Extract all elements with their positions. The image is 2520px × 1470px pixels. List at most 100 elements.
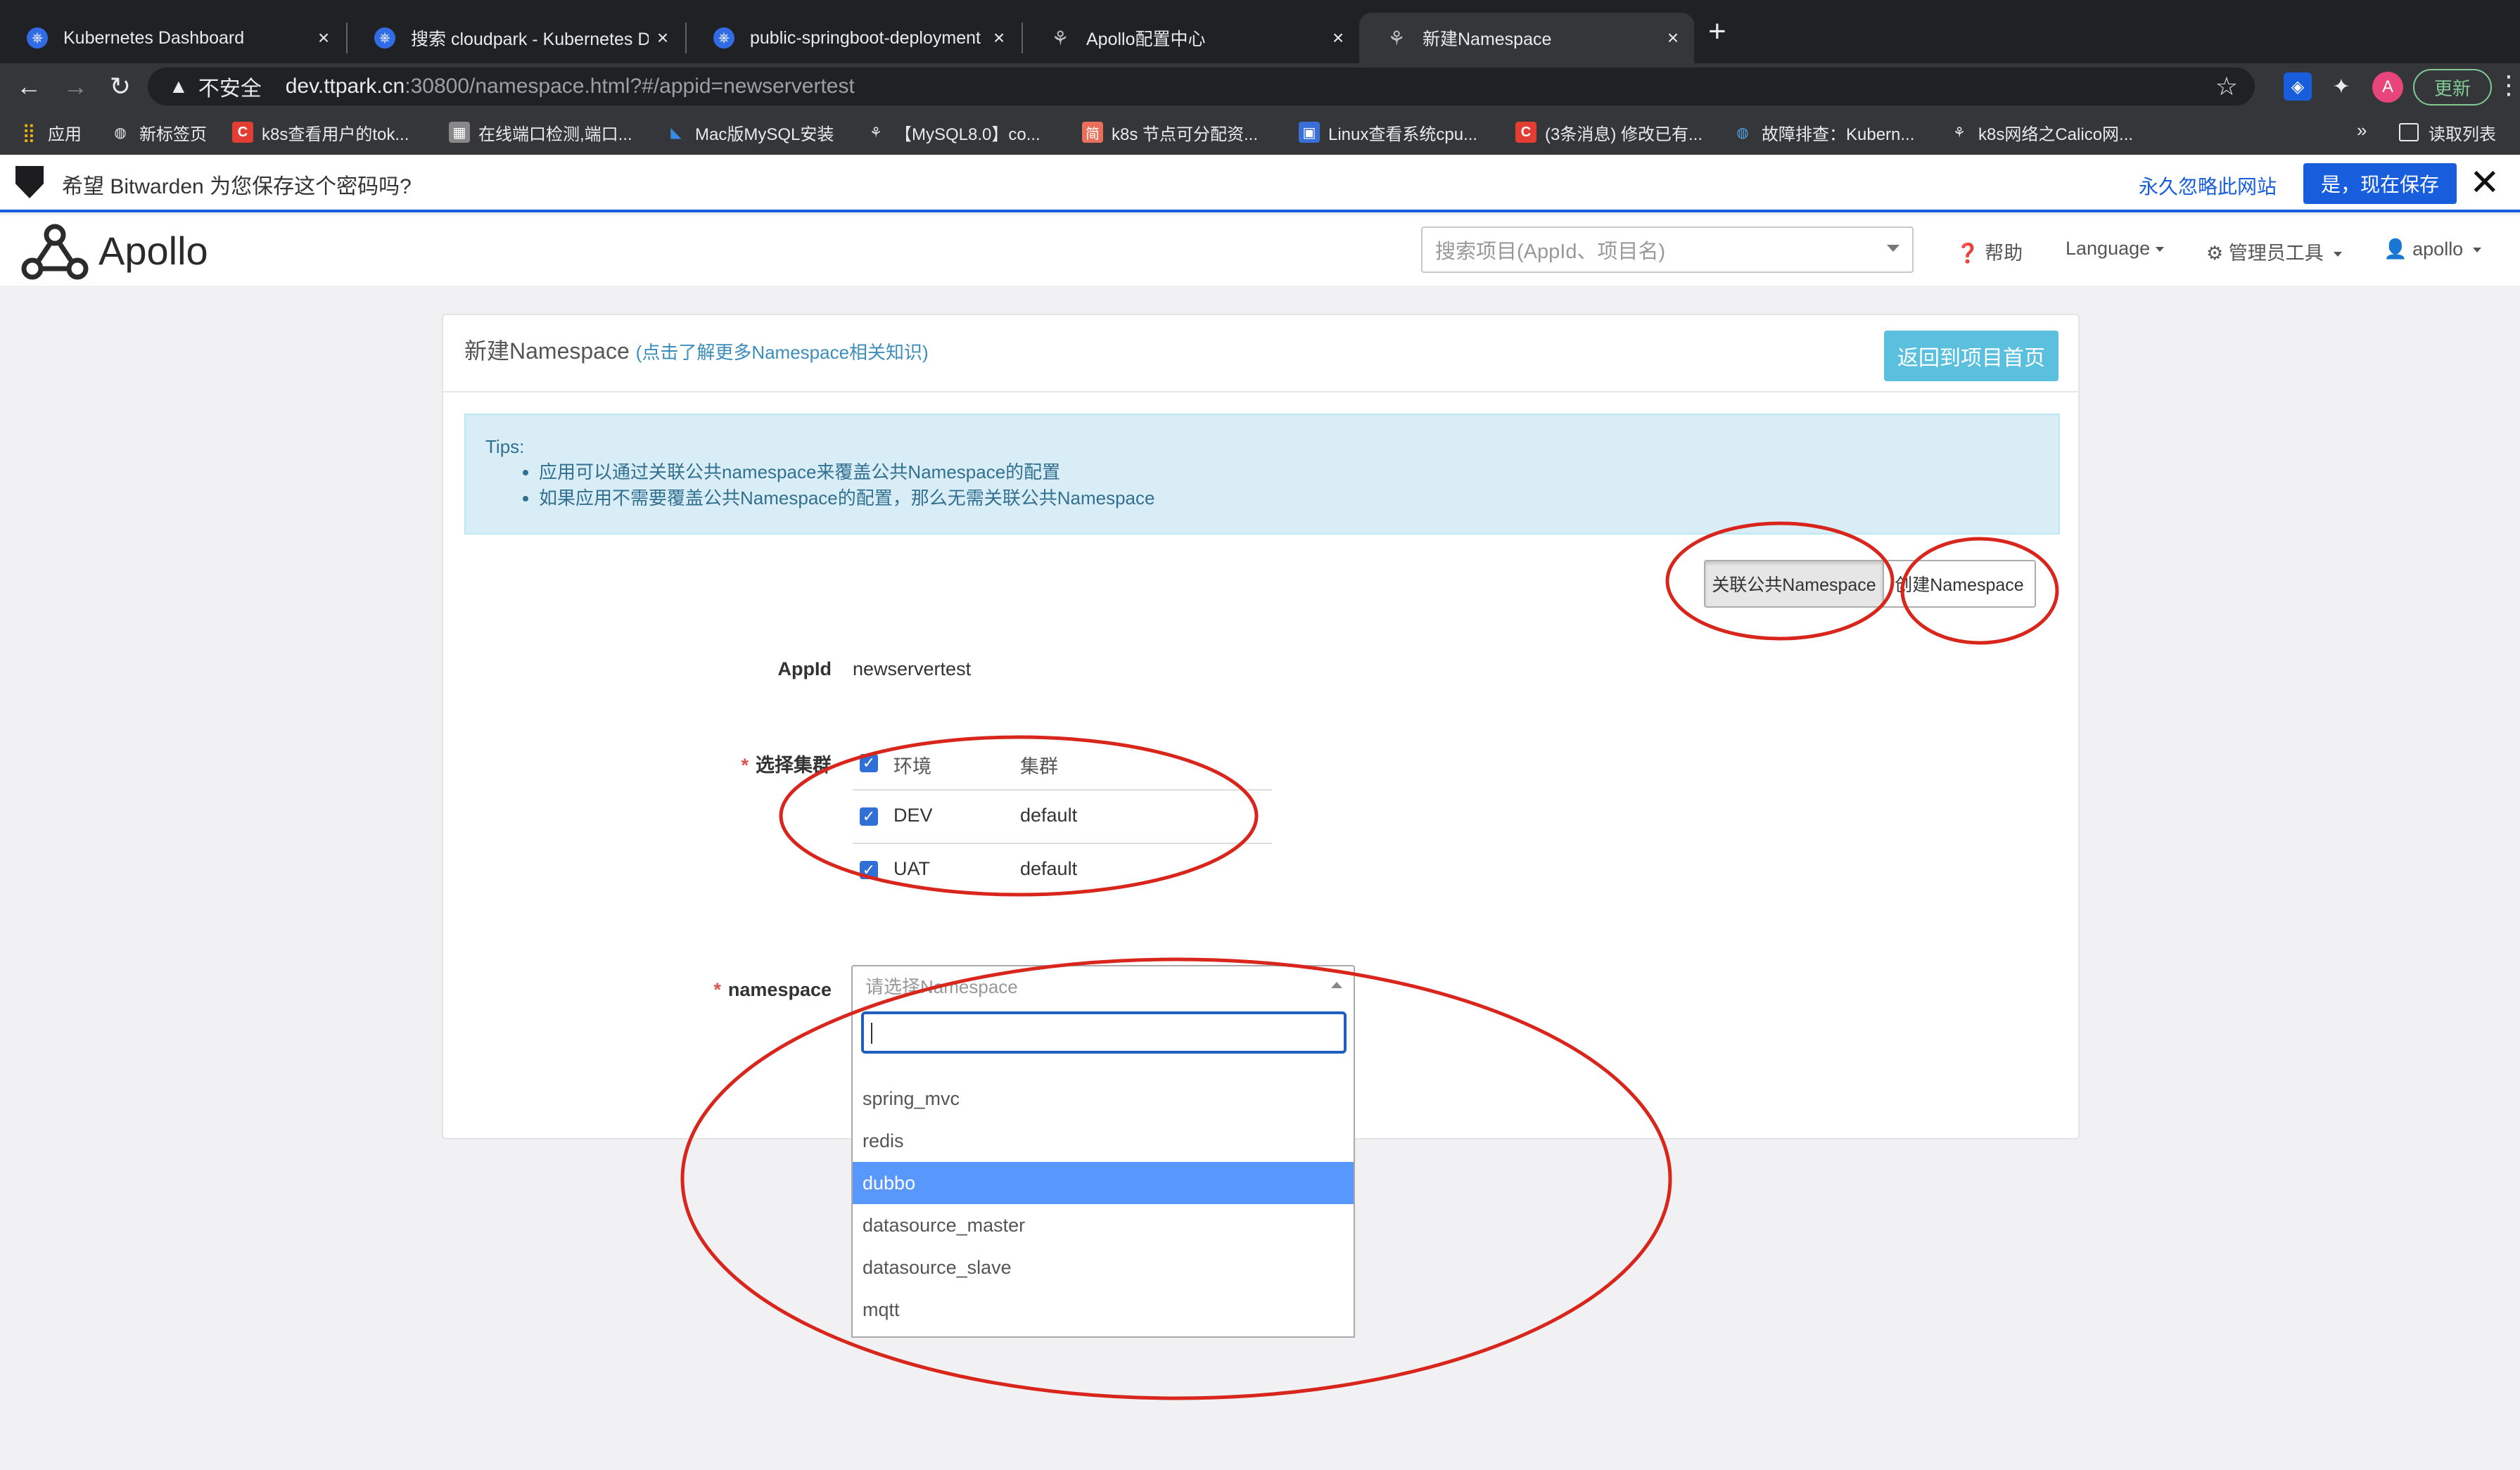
close-icon[interactable]: × [310,27,338,49]
create-namespace-button[interactable]: 创建Namespace [1883,560,2036,608]
apollo-icon: ⚘ [1387,27,1406,49]
reading-list-button[interactable]: 读取列表 [2399,110,2496,155]
address-bar[interactable]: ▲ 不安全 dev.ttpark.cn :30800/namespace.htm… [148,68,2255,106]
cluster-checkbox[interactable]: ✓ [860,861,878,879]
admin-tools-dropdown[interactable]: ⚙ 管理员工具 [2206,238,2342,265]
globe-blue-icon: ◍ [1736,124,1749,141]
bookmark-item[interactable]: C (3条消息) 修改已有... [1515,110,1703,155]
browser-tab-bar: ⎈ Kubernetes Dashboard × ⎈ 搜索 cloudpark … [0,0,2520,63]
tab-public-springboot[interactable]: ⎈ public-springboot-deployment × [687,13,1020,63]
namespace-placeholder: 请选择Namespace [865,976,1018,997]
project-search-select[interactable]: 搜索项目(AppId、项目名) [1421,226,1914,273]
select-all-checkbox[interactable]: ✓ [860,754,878,772]
tab-title: public-springboot-deployment [750,27,981,48]
bookmark-item[interactable]: ◍ 新标签页 [110,110,207,155]
namespace-help-link[interactable]: (点击了解更多Namespace相关知识) [636,342,929,363]
apollo-logo-icon[interactable] [20,221,90,284]
close-icon[interactable]: × [649,27,677,49]
namespace-option[interactable]: datasource_slave [853,1246,1354,1289]
help-label: 帮助 [1985,243,2023,264]
namespace-option[interactable]: server_address [853,1331,1354,1336]
chevron-down-icon [2156,247,2165,253]
gear-icon: ⚙ [2206,243,2224,264]
cluster-table-header: ✓ 环境 集群 [853,737,1272,791]
user-label: apollo [2412,238,2464,260]
namespace-label-text: namespace [727,979,832,1000]
cluster-checkbox[interactable]: ✓ [860,807,878,826]
tab-search-cloudpark[interactable]: ⎈ 搜索 cloudpark - Kubernetes D × [348,13,684,63]
required-marker: * [713,979,721,1000]
tab-title: Kubernetes Dashboard [63,27,245,48]
namespace-option[interactable]: redis [853,1120,1354,1162]
apollo-logo-text[interactable]: Apollo [98,228,208,274]
close-icon[interactable]: × [1324,27,1352,49]
help-link[interactable]: ❓ 帮助 [1956,238,2023,265]
tab-new-namespace[interactable]: ⚘ 新建Namespace × [1359,13,1694,63]
bookmark-item[interactable]: ▣ Linux查看系统cpu... [1299,110,1477,155]
associate-public-namespace-button[interactable]: 关联公共Namespace [1704,560,1884,608]
puzzle-extensions-icon[interactable]: ✦ [2327,72,2355,101]
namespace-option[interactable]: spring_mvc [853,1078,1354,1120]
namespace-label: * namespace [621,979,832,1001]
admin-tools-label: 管理员工具 [2228,243,2324,264]
close-icon[interactable]: ✕ [2469,162,2500,204]
namespace-select[interactable]: 请选择Namespace [851,965,1355,1006]
url-path: :30800/namespace.html?#/appid=newservert… [405,75,855,98]
question-circle-icon: ❓ [1956,243,1980,264]
close-icon[interactable]: × [985,27,1013,49]
bookmark-star-icon[interactable]: ☆ [2215,72,2238,101]
namespace-search-input[interactable] [861,1011,1347,1054]
appid-label: AppId [777,658,832,679]
save-password-button[interactable]: 是，现在保存 [2303,163,2457,204]
kubernetes-icon: ⎈ [713,27,734,49]
reload-icon[interactable]: ↻ [103,69,138,104]
avatar[interactable]: A [2372,72,2403,103]
back-to-project-button[interactable]: 返回到项目首页 [1884,331,2058,381]
tip-item: 如果应用不需要覆盖公共Namespace的配置，那么无需关联公共Namespac… [539,485,2058,511]
tab-apollo-config-center[interactable]: ⚘ Apollo配置中心 × [1023,13,1359,63]
tab-title: 新建Namespace [1423,30,1552,49]
back-arrow-icon[interactable]: ← [11,69,46,104]
bookmark-item[interactable]: ⚘ k8s网络之Calico网... [1949,110,2133,155]
language-label: Language [2066,238,2151,259]
bookmark-item[interactable]: ⣿ 应用 [18,110,82,155]
security-label[interactable]: 不安全 [198,71,262,102]
language-dropdown[interactable]: Language [2066,238,2165,260]
bookmark-label: 新标签页 [139,124,207,144]
bookmark-item[interactable]: ⚘ 【MySQL8.0】co... [865,110,1041,155]
bookmark-label: 故障排查：Kubern... [1762,124,1915,144]
namespace-option-highlighted[interactable]: dubbo [853,1162,1354,1204]
bookmark-item[interactable]: ◍ 故障排查：Kubern... [1732,110,1914,155]
bookmark-label: k8s查看用户的tok... [262,124,409,144]
update-button[interactable]: 更新 [2413,69,2492,106]
never-save-link[interactable]: 永久忽略此网站 [2139,172,2277,200]
apollo-navbar: Apollo 搜索项目(AppId、项目名) ❓ 帮助 Language ⚙ 管… [0,215,2520,286]
table-row: ✓ UAT default [853,844,1272,897]
bitwarden-extension-icon[interactable]: ◈ [2284,72,2312,101]
tab-kubernetes-dashboard[interactable]: ⎈ Kubernetes Dashboard × [0,13,345,63]
bookmarks-more-icon[interactable]: » [2357,120,2367,141]
url-host: dev.ttpark.cn [285,75,405,98]
reading-list-icon [2399,123,2419,141]
chevron-down-icon [2333,252,2342,257]
bookmark-item[interactable]: ▦ 在线端口检测,端口... [449,110,632,155]
bookmark-item[interactable]: 简 k8s 节点可分配资... [1082,110,1258,155]
user-dropdown[interactable]: 👤 apollo [2384,238,2482,260]
bitwarden-save-bar: 希望 Bitwarden 为您保存这个密码吗? 永久忽略此网站 是，现在保存 ✕ [0,155,2520,212]
bookmark-label: k8s网络之Calico网... [1978,124,2134,144]
more-menu-icon[interactable]: ⋮ [2496,70,2520,100]
user-icon: 👤 [2384,238,2407,260]
bookmark-label: Mac版MySQL安装 [695,124,834,144]
namespace-option[interactable]: mqtt [853,1289,1354,1331]
cluster-cell: default [1020,858,1078,879]
new-tab-icon[interactable]: + [1708,14,1726,49]
namespace-option[interactable]: datasource_master [853,1204,1354,1246]
bookmark-item[interactable]: C k8s查看用户的tok... [232,110,409,155]
bookmark-item[interactable]: ◣ Mac版MySQL安装 [666,110,834,155]
forward-arrow-icon[interactable]: → [58,69,93,104]
env-cell: UAT [893,858,930,879]
close-icon[interactable]: × [1659,27,1687,49]
panel-header: 新建Namespace (点击了解更多Namespace相关知识) 返回到项目首… [443,315,2078,392]
bookmark-label: (3条消息) 修改已有... [1545,124,1703,144]
site-icon: ▣ [1299,122,1320,143]
